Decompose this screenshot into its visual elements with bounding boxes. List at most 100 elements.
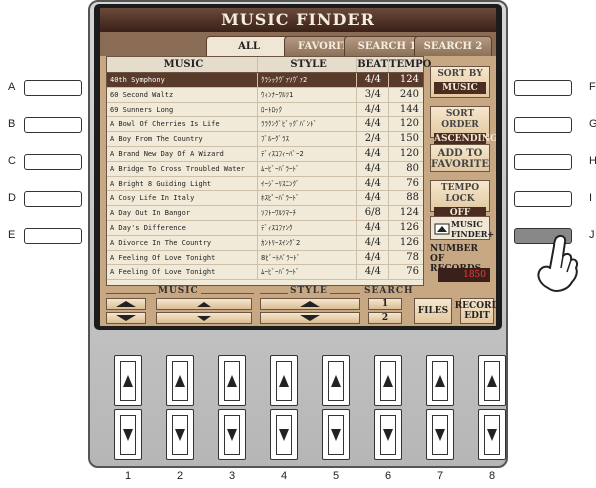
up-button-6[interactable] — [374, 355, 402, 406]
bottom-number-label: 1 — [124, 470, 132, 482]
button-pair-1 — [114, 355, 142, 461]
style-scroll-down-button[interactable] — [260, 312, 360, 324]
list-row[interactable]: 69 Sunners Long ﾛｰﾄﾛｯｸ 4/4 144 — [107, 102, 423, 118]
row-music: A Feeling Of Love Tonight — [107, 265, 259, 280]
down-button-face — [224, 414, 240, 455]
down-button-face — [328, 414, 344, 455]
up-arrow-icon — [116, 301, 136, 307]
side-button-a[interactable] — [24, 80, 82, 96]
down-button-7[interactable] — [426, 409, 454, 460]
button-label-d: D — [8, 192, 16, 204]
music-list: MUSIC STYLE BEAT TEMPO 40th Symphony ｸﾗｼｯ… — [106, 56, 431, 286]
list-row[interactable]: A Feeling Of Love Tonight ﾑｰﾋﾞｰﾊﾞﾗｰﾄﾞ 4/4 7… — [107, 265, 423, 281]
list-row[interactable]: A Boy From The Country ﾌﾞﾙｰｸﾞﾗｽ 2/4 150 — [107, 132, 423, 147]
row-tempo: 144 — [399, 103, 419, 115]
row-beat: 4/4 — [357, 146, 390, 161]
record-edit-button[interactable]: RECORD EDIT — [455, 298, 496, 324]
button-label-c: C — [8, 155, 16, 167]
row-style: ｸﾗｼｯｸｳﾞｧｿｳﾞｧ2 — [258, 73, 358, 87]
up-button-8[interactable] — [478, 355, 506, 406]
side-button-h[interactable] — [514, 154, 572, 170]
list-row[interactable]: A Bridge To Cross Troubled Water ﾑｰﾋﾞｰﾊﾞﾗ… — [107, 161, 423, 177]
side-button-f[interactable] — [514, 80, 572, 96]
down-button-face — [380, 414, 396, 455]
up-triangle-icon — [331, 374, 341, 387]
up-button-5[interactable] — [322, 355, 350, 406]
down-button-6[interactable] — [374, 409, 402, 460]
list-row[interactable]: 40th Symphony ｸﾗｼｯｸｳﾞｧｿｳﾞｧ2 4/4 124 — [107, 73, 423, 88]
row-music: A Feeling Of Love Tonight — [107, 250, 259, 265]
music-scroll-up-button[interactable] — [156, 298, 252, 310]
music-scroll-up-fast-button[interactable] — [106, 298, 146, 310]
down-button-8[interactable] — [478, 409, 506, 460]
add-to-favorite-button[interactable]: ADD TO FAVORITE — [430, 144, 490, 172]
column-style[interactable]: STYLE — [258, 57, 358, 72]
screen-title: MUSIC FINDER — [100, 8, 496, 32]
row-beat: 4/4 — [357, 73, 390, 87]
side-button-e[interactable] — [24, 228, 82, 244]
up-button-2[interactable] — [166, 355, 194, 406]
side-button-b[interactable] — [24, 117, 82, 133]
up-button-7[interactable] — [426, 355, 454, 406]
up-button-1[interactable] — [114, 355, 142, 406]
button-label-e: E — [8, 229, 16, 241]
column-tempo[interactable]: TEMPO — [389, 57, 431, 72]
down-button-face — [120, 414, 136, 455]
down-triangle-icon — [435, 428, 445, 441]
side-button-g[interactable] — [514, 117, 572, 133]
records-count: 1850 — [438, 268, 490, 282]
column-beat[interactable]: BEAT — [357, 57, 389, 72]
list-row[interactable]: A Day's Difference ﾃﾞｨｽｺﾌｧﾝｸ 4/4 126 — [107, 220, 423, 236]
down-triangle-icon — [331, 428, 341, 441]
list-row[interactable]: A Brand New Day Of A Wizard ﾃﾞｨｽｺﾌｨｰﾊﾞｰ2 4… — [107, 146, 423, 162]
down-button-3[interactable] — [218, 409, 246, 460]
row-tempo: 240 — [399, 88, 419, 100]
button-pair-4 — [270, 355, 298, 461]
tab-all[interactable]: ALL — [206, 36, 292, 56]
files-button[interactable]: FILES — [414, 298, 452, 324]
sort-by-button[interactable]: SORT BY MUSIC — [430, 66, 490, 98]
button-label-g: G — [589, 118, 596, 130]
style-scroll-up-button[interactable] — [260, 298, 360, 310]
down-button-5[interactable] — [322, 409, 350, 460]
down-button-face — [276, 414, 292, 455]
lcd-screen: MUSIC FINDER ALL FAVORITE SEARCH 1 SEARC… — [100, 8, 496, 326]
up-button-3[interactable] — [218, 355, 246, 406]
music-scroll-down-button[interactable] — [156, 312, 252, 324]
row-beat: 4/4 — [357, 250, 390, 265]
row-tempo: 126 — [399, 221, 419, 233]
tab-search-2[interactable]: SEARCH 2 — [414, 36, 492, 56]
row-beat: 3/4 — [357, 87, 390, 102]
search-1-button[interactable]: 1 — [368, 298, 402, 310]
tempo-lock-button[interactable]: TEMPO LOCK OFF — [430, 180, 490, 219]
down-button-4[interactable] — [270, 409, 298, 460]
list-row[interactable]: 60 Second Waltz ｳｨﾝﾅｰﾜﾙﾂ1 3/4 240 — [107, 87, 423, 103]
side-button-i[interactable] — [514, 191, 572, 207]
down-button-1[interactable] — [114, 409, 142, 460]
row-tempo: 120 — [399, 118, 419, 130]
up-button-4[interactable] — [270, 355, 298, 406]
sort-order-button[interactable]: SORT ORDER ASCENDING — [430, 106, 496, 145]
row-music: A Brand New Day Of A Wizard — [107, 146, 259, 161]
up-button-face — [276, 360, 292, 401]
list-row[interactable]: A Divorce In The Country ｶﾝﾄﾘｰｽｲﾝｸﾞ2 4/4 12… — [107, 235, 423, 251]
music-finder-plus-button[interactable]: MUSIC FINDER+ — [430, 216, 494, 240]
list-row[interactable]: A Bright 8 Guiding Light ｲｰｼﾞｰﾘｽﾆﾝｸﾞ 4/4 76 — [107, 176, 423, 192]
row-style: ｲｰｼﾞｰﾘｽﾆﾝｸﾞ — [258, 176, 358, 191]
row-style: ﾑｰﾋﾞｰﾊﾞﾗｰﾄﾞ — [258, 161, 358, 176]
down-button-2[interactable] — [166, 409, 194, 460]
column-music[interactable]: MUSIC — [107, 57, 258, 72]
row-style: ﾛｰﾄﾛｯｸ — [258, 102, 358, 117]
list-row[interactable]: A Feeling Of Love Tonight 8ﾋﾞｰﾄﾊﾞﾗｰﾄﾞ 4/4 7… — [107, 250, 423, 266]
search-2-button[interactable]: 2 — [368, 312, 402, 324]
side-button-d[interactable] — [24, 191, 82, 207]
music-scroll-down-fast-button[interactable] — [106, 312, 146, 324]
list-row[interactable]: A Cosy Life In Italy ﾎｽﾋﾟｰﾊﾞﾗｰﾄﾞ 4/4 88 — [107, 191, 423, 207]
list-row[interactable]: A Bowl Of Cherries Is Life ﾗﾗｸﾝｸﾞﾋﾞｯｸﾞﾊﾞﾝ… — [107, 117, 423, 133]
side-button-c[interactable] — [24, 154, 82, 170]
sort-order-label: SORT ORDER — [441, 109, 479, 130]
row-music: A Bright 8 Guiding Light — [107, 176, 259, 191]
row-music: A Boy From The Country — [107, 132, 259, 146]
row-style: ｶﾝﾄﾘｰｽｲﾝｸﾞ2 — [258, 235, 358, 250]
list-row[interactable]: A Day Out In Bangor ｿﾌﾄｰﾜﾙﾂﾏｰﾁ 6/8 124 — [107, 206, 423, 221]
